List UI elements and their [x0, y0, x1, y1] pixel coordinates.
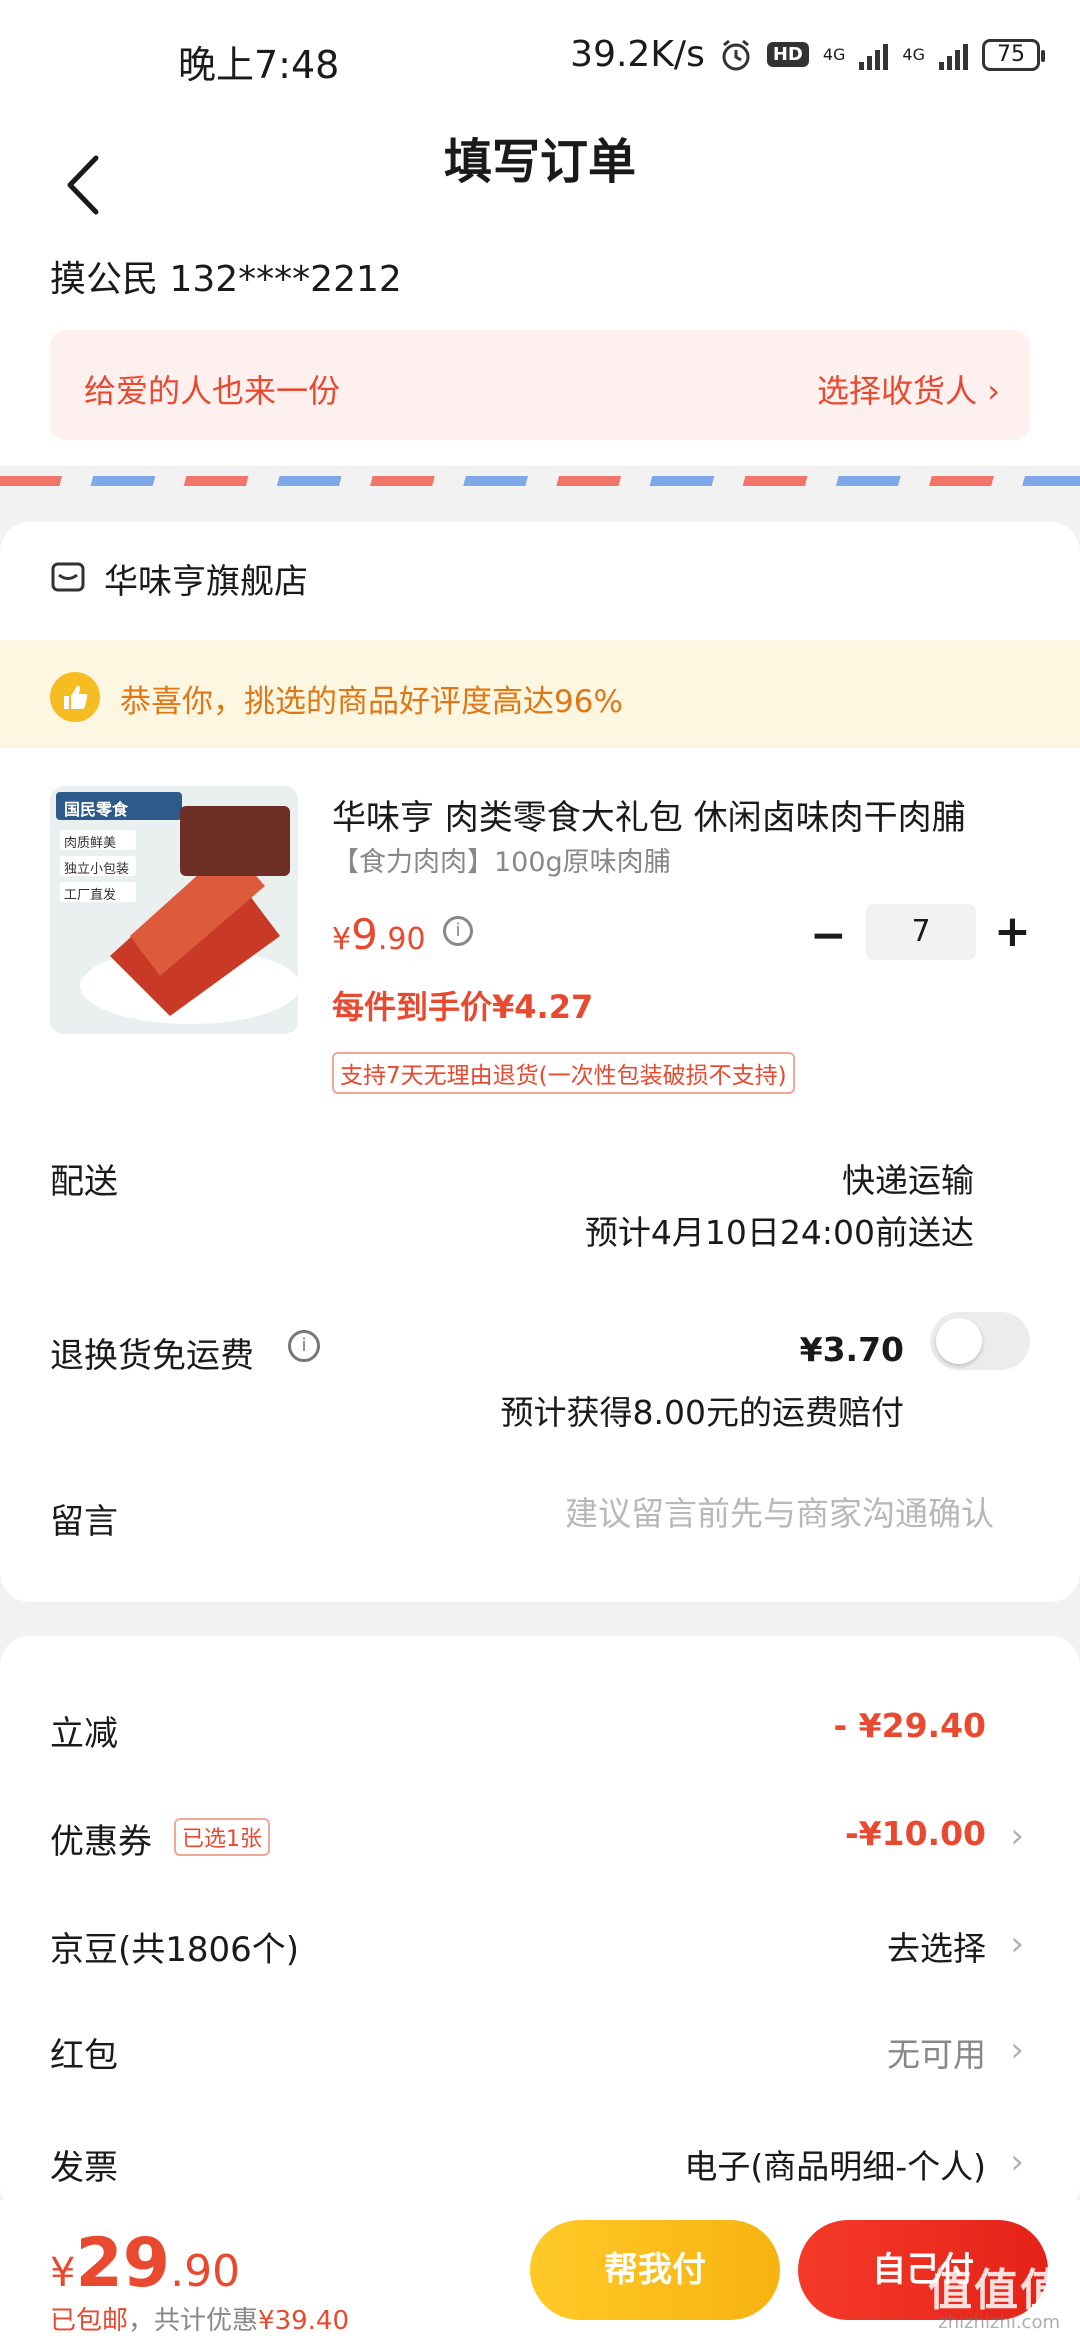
- red-packet-label: 红包: [50, 2036, 118, 2076]
- return-shipping-price: ¥3.70: [799, 1330, 904, 1369]
- image-tag-1: 肉质鲜美: [64, 836, 117, 851]
- product-spec: 【食力肉肉】100g原味肉脯: [332, 847, 671, 878]
- footer-note: 已包邮，共计优惠¥39.40: [50, 2300, 349, 2337]
- remark-input[interactable]: [434, 1494, 994, 1533]
- chevron-right-icon: ›: [1010, 1924, 1024, 1964]
- total-integer: 29: [75, 2224, 171, 2303]
- return-shipping-info-icon[interactable]: i: [288, 1330, 320, 1362]
- invoice-row[interactable]: 发票 电子(商品明细-个人) ›: [0, 2110, 1080, 2210]
- coupon-row[interactable]: 优惠券 已选1张 -¥10.00 ›: [0, 1784, 1080, 1884]
- remark-label: 留言: [50, 1502, 118, 1542]
- price-integer: 9: [351, 910, 378, 959]
- store-card: 华味亨旗舰店 恭喜你，挑选的商品好评度高达96% 国民零食 肉质鲜美 独立小包装…: [0, 522, 1080, 1602]
- signal-icon-2: [939, 40, 968, 70]
- jingdou-row[interactable]: 京豆(共1806个) 去选择 ›: [0, 1892, 1080, 1992]
- total-price: ¥29.90: [50, 2224, 240, 2303]
- quantity-minus-button[interactable]: −: [810, 910, 847, 961]
- help-pay-button[interactable]: 帮我付: [530, 2220, 780, 2320]
- delivery-label: 配送: [50, 1162, 118, 1202]
- recipient-phone: 132****2212: [169, 259, 402, 300]
- gift-bar[interactable]: 给爱的人也来一份 选择收货人 ›: [50, 330, 1030, 440]
- quantity-plus-button[interactable]: +: [994, 906, 1031, 957]
- jingdou-label: 京豆(共1806个): [50, 1930, 300, 1970]
- jingdou-value: 去选择: [887, 1929, 986, 1968]
- quantity-input[interactable]: 7: [866, 904, 976, 960]
- recipient-info[interactable]: 摸公民 132****2212: [50, 250, 402, 302]
- store-name[interactable]: 华味亨旗舰店: [104, 554, 308, 603]
- alarm-icon: [722, 39, 750, 70]
- image-tag-brand: 国民零食: [64, 800, 129, 819]
- product-title[interactable]: 华味亨 肉类零食大礼包 休闲卤味肉干肉脯: [332, 790, 1032, 839]
- watermark-logo: 值值值: [928, 2265, 1066, 2316]
- unit-price: 每件到手价¥4.27: [332, 988, 594, 1026]
- red-packet-row[interactable]: 红包 无可用 ›: [0, 1998, 1080, 2098]
- return-policy-tag: 支持7天无理由退货(一次性包装破损不支持): [332, 1052, 795, 1094]
- price-decimal: .90: [377, 922, 426, 957]
- thumbs-up-icon: [50, 672, 100, 722]
- gift-text: 给爱的人也来一份: [84, 372, 341, 410]
- checkout-footer: ¥29.90 已包邮，共计优惠¥39.40 帮我付 自己付: [0, 2200, 1080, 2340]
- status-bar: 晚上7:48 39.2K/s HD 4G 4G 75: [0, 0, 1080, 120]
- coupon-value: -¥10.00: [844, 1814, 986, 1853]
- chevron-right-icon: ›: [1010, 2142, 1024, 2182]
- product-price: ¥9.90: [332, 910, 426, 959]
- hd-icon: HD: [766, 42, 809, 67]
- rating-banner: 恭喜你，挑选的商品好评度高达96%: [0, 640, 1080, 748]
- network-type-2: 4G: [902, 45, 925, 64]
- battery-icon: 75: [982, 38, 1045, 71]
- address-card[interactable]: 摸公民 132****2212 给爱的人也来一份 选择收货人 ›: [0, 230, 1080, 466]
- delivery-eta: 预计4月10日24:00前送达: [584, 1213, 974, 1252]
- promotions-card: 立减 - ¥29.40 优惠券 已选1张 -¥10.00 › 京豆(共1806个…: [0, 1636, 1080, 2216]
- network-type-1: 4G: [822, 45, 846, 64]
- return-shipping-note: 预计获得8.00元的运费赔付: [500, 1393, 904, 1432]
- chevron-right-icon: ›: [1010, 2030, 1024, 2070]
- status-icons: 39.2K/s HD 4G 4G 75: [570, 34, 1045, 75]
- saving-value: ¥39.40: [258, 2306, 350, 2336]
- shipping-note: 已包邮: [50, 2306, 129, 2336]
- price-info-icon[interactable]: i: [443, 916, 473, 946]
- rating-text: 恭喜你，挑选的商品好评度高达96%: [120, 684, 623, 720]
- image-tag-2: 独立小包装: [64, 862, 130, 877]
- page-title: 填写订单: [443, 134, 636, 190]
- discount-label: 立减: [50, 1714, 118, 1754]
- recipient-name: 摸公民: [50, 259, 159, 300]
- coupon-tag: 已选1张: [174, 1818, 270, 1856]
- saving-prefix: ，共计优惠: [128, 2306, 259, 2336]
- envelope-stripe: [0, 476, 1080, 486]
- total-decimal: .90: [170, 2246, 241, 2297]
- network-speed: 39.2K/s: [570, 34, 705, 75]
- status-time: 晚上7:48: [178, 43, 340, 87]
- chevron-right-icon: ›: [1010, 1816, 1024, 1856]
- discount-row: 立减 - ¥29.40: [0, 1676, 1080, 1776]
- store-icon: [51, 562, 85, 592]
- toggle-knob: [936, 1318, 982, 1364]
- return-shipping-label: 退换货免运费: [50, 1336, 254, 1376]
- choose-recipient-link[interactable]: 选择收货人 ›: [817, 366, 1000, 412]
- signal-icon: [859, 40, 889, 70]
- invoice-label: 发票: [50, 2148, 118, 2188]
- total-symbol: ¥: [50, 2250, 76, 2296]
- price-symbol: ¥: [332, 922, 352, 957]
- coupon-label: 优惠券: [50, 1822, 152, 1862]
- discount-value: - ¥29.40: [833, 1706, 986, 1745]
- invoice-value: 电子(商品明细-个人): [684, 2147, 986, 2186]
- watermark-site: zhizhizhi.com: [938, 2312, 1060, 2333]
- delivery-method[interactable]: 快递运输: [842, 1154, 974, 1202]
- image-tag-3: 工厂直发: [64, 888, 117, 903]
- return-shipping-toggle[interactable]: [930, 1312, 1030, 1370]
- red-packet-value: 无可用: [887, 2035, 986, 2074]
- product-image[interactable]: 国民零食 肉质鲜美 独立小包装 工厂直发: [50, 786, 298, 1034]
